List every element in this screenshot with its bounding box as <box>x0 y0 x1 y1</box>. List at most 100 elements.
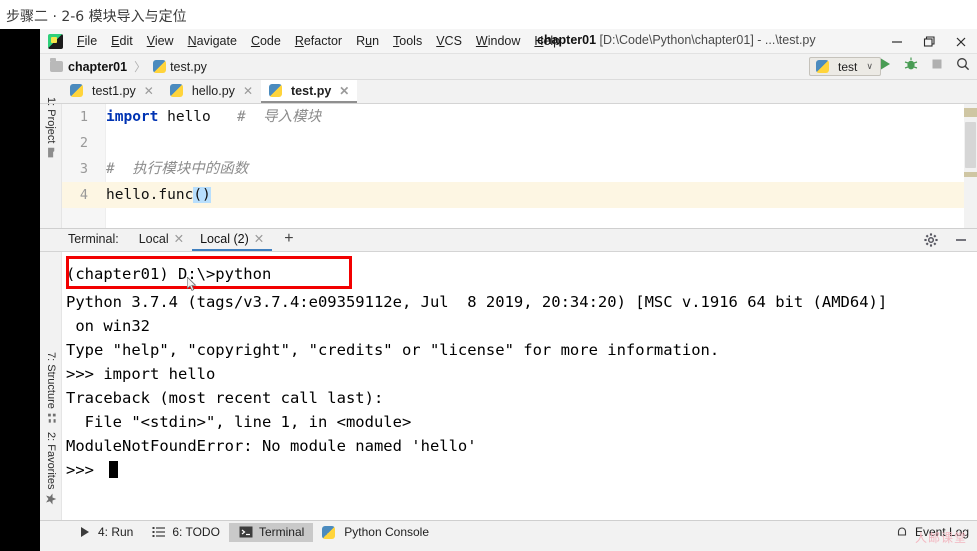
matched-paren-highlight: () <box>193 187 211 203</box>
restore-icon <box>923 35 935 47</box>
terminal-prompt-text: >>> <box>66 461 104 479</box>
sidebar-item-structure[interactable]: 7: Structure <box>41 352 61 424</box>
editor-tab-test[interactable]: test.py ✕ <box>261 80 358 103</box>
pycharm-logo-icon <box>48 33 63 49</box>
code-editor[interactable]: 1 2 3 4 import hello # 导入模块 # 执行模块中的函数 h… <box>40 104 977 228</box>
terminal-line-prompt: (chapter01) D:\>python <box>66 265 272 283</box>
terminal-icon <box>239 526 253 538</box>
debug-bug-icon[interactable] <box>903 56 919 72</box>
code-comment: # 导入模块 <box>236 109 322 125</box>
menu-bar: File Edit View Navigate Code Refactor Ru… <box>77 34 560 48</box>
minimize-button[interactable] <box>881 29 913 54</box>
sidebar-item-favorites[interactable]: 2: Favorites <box>41 432 61 506</box>
menu-item-code[interactable]: Code <box>251 34 281 48</box>
code-line-3: # 执行模块中的函数 <box>106 156 248 182</box>
stop-square-icon[interactable] <box>929 56 945 72</box>
todo-list-icon <box>152 527 166 537</box>
scrollbar-marker <box>964 172 977 177</box>
window-titlebar: File Edit View Navigate Code Refactor Ru… <box>40 29 977 54</box>
window-title: chapter01 [D:\Code\Python\chapter01] - .… <box>537 33 816 47</box>
structure-icon <box>47 413 56 423</box>
menu-item-view[interactable]: View <box>147 34 174 48</box>
terminal-line-help: Type "help", "copyright", "credits" or "… <box>66 341 720 359</box>
statusbar-item-todo[interactable]: 6: TODO <box>142 523 229 542</box>
breadcrumb-separator: 〉 <box>134 60 147 74</box>
line-number: 4 <box>79 187 89 203</box>
minimize-icon <box>892 40 902 43</box>
editor-tab-label: test.py <box>291 83 332 98</box>
python-icon <box>322 525 336 539</box>
pycharm-window: File Edit View Navigate Code Refactor Ru… <box>40 29 977 551</box>
statusbar-item-run[interactable]: 4: Run <box>68 523 142 542</box>
run-configuration-label: test <box>838 59 858 74</box>
watermark-text: 人邮课堂 <box>914 531 967 545</box>
menu-item-file[interactable]: File <box>77 34 97 48</box>
close-button[interactable] <box>945 29 977 54</box>
editor-tab-label: hello.py <box>191 83 235 98</box>
editor-tab-hello[interactable]: hello.py ✕ <box>162 80 261 103</box>
terminal-panel-actions <box>923 232 969 248</box>
close-icon[interactable]: ✕ <box>174 232 184 246</box>
terminal-line-import: >>> import hello <box>66 365 216 383</box>
menu-item-window[interactable]: Window <box>476 34 520 48</box>
line-number: 1 <box>79 109 89 125</box>
editor-scrollbar[interactable] <box>964 104 977 228</box>
slide-title: 步骤二 · 2-6 模块导入与定位 <box>6 9 187 25</box>
code-text: hello.func <box>106 187 194 203</box>
menu-item-run[interactable]: Run <box>356 34 379 48</box>
sidebar-item-project[interactable]: 1: Project <box>41 97 61 158</box>
code-keyword: import <box>106 109 159 125</box>
window-title-path: [D:\Code\Python\chapter01] - ...\test.py <box>599 33 816 47</box>
python-file-icon <box>153 60 167 73</box>
close-icon[interactable]: ✕ <box>144 84 154 98</box>
terminal-line-traceback: Traceback (most recent call last): <box>66 389 384 407</box>
close-icon[interactable]: ✕ <box>243 84 253 98</box>
terminal-tab-local[interactable]: Local ✕ <box>131 228 192 251</box>
new-terminal-button[interactable]: + <box>284 228 293 251</box>
terminal-tab-local-2[interactable]: Local (2) ✕ <box>192 228 273 251</box>
terminal-line-platform: on win32 <box>66 317 150 335</box>
gear-icon[interactable] <box>923 232 939 248</box>
python-file-icon <box>169 84 183 97</box>
terminal-tab-label: Local <box>138 232 169 246</box>
editor-tab-label: test1.py <box>92 83 136 98</box>
screen-root: 步骤二 · 2-6 模块导入与定位 File Edit View Navigat… <box>0 0 977 551</box>
menu-item-navigate[interactable]: Navigate <box>188 34 237 48</box>
block-cursor <box>109 461 119 478</box>
python-file-icon <box>70 84 83 97</box>
window-title-project: chapter01 <box>537 33 597 47</box>
terminal-line-error: ModuleNotFoundError: No module named 'he… <box>66 437 477 455</box>
menu-item-edit[interactable]: Edit <box>111 34 133 48</box>
close-icon[interactable]: ✕ <box>254 232 264 246</box>
code-text: hello <box>158 109 237 125</box>
breadcrumb-file[interactable]: test.py <box>170 60 207 74</box>
search-icon[interactable] <box>955 56 971 72</box>
code-line-4: hello.func() <box>106 182 211 208</box>
chevron-down-icon: ∨ <box>866 61 873 71</box>
close-icon[interactable]: ✕ <box>339 84 349 98</box>
run-configuration-selector[interactable]: test ∨ <box>809 57 881 76</box>
terminal-tab-label: Local (2) <box>200 232 249 246</box>
maximize-button[interactable] <box>913 29 945 54</box>
terminal-output[interactable]: (chapter01) D:\>python Python 3.7.4 (tag… <box>40 252 977 520</box>
breadcrumb-project[interactable]: chapter01 <box>68 60 127 74</box>
scrollbar-thumb[interactable] <box>965 122 976 168</box>
code-line-1: import hello # 导入模块 <box>106 104 321 130</box>
window-controls <box>881 29 977 54</box>
minimize-icon[interactable] <box>953 232 969 248</box>
run-play-icon[interactable] <box>877 56 893 72</box>
editor-tab-test1[interactable]: test1.py ✕ <box>62 80 162 103</box>
menu-item-vcs[interactable]: VCS <box>436 34 462 48</box>
navigation-bar: chapter01 〉 test.py test ∨ <box>40 54 977 80</box>
python-file-icon <box>269 84 282 97</box>
scrollbar-marker <box>964 108 977 117</box>
sidebar-item-label: 1: Project <box>45 97 57 144</box>
statusbar-item-python-console[interactable]: Python Console <box>313 523 438 542</box>
menu-item-refactor[interactable]: Refactor <box>295 34 342 48</box>
menu-item-tools[interactable]: Tools <box>393 34 422 48</box>
editor-tab-bar: test1.py ✕ hello.py ✕ test.py ✕ <box>40 80 977 104</box>
statusbar-item-terminal[interactable]: Terminal <box>228 522 314 542</box>
python-config-icon <box>816 60 829 73</box>
toolbar-buttons <box>877 56 971 72</box>
terminal-panel-label: Terminal: <box>68 232 119 246</box>
